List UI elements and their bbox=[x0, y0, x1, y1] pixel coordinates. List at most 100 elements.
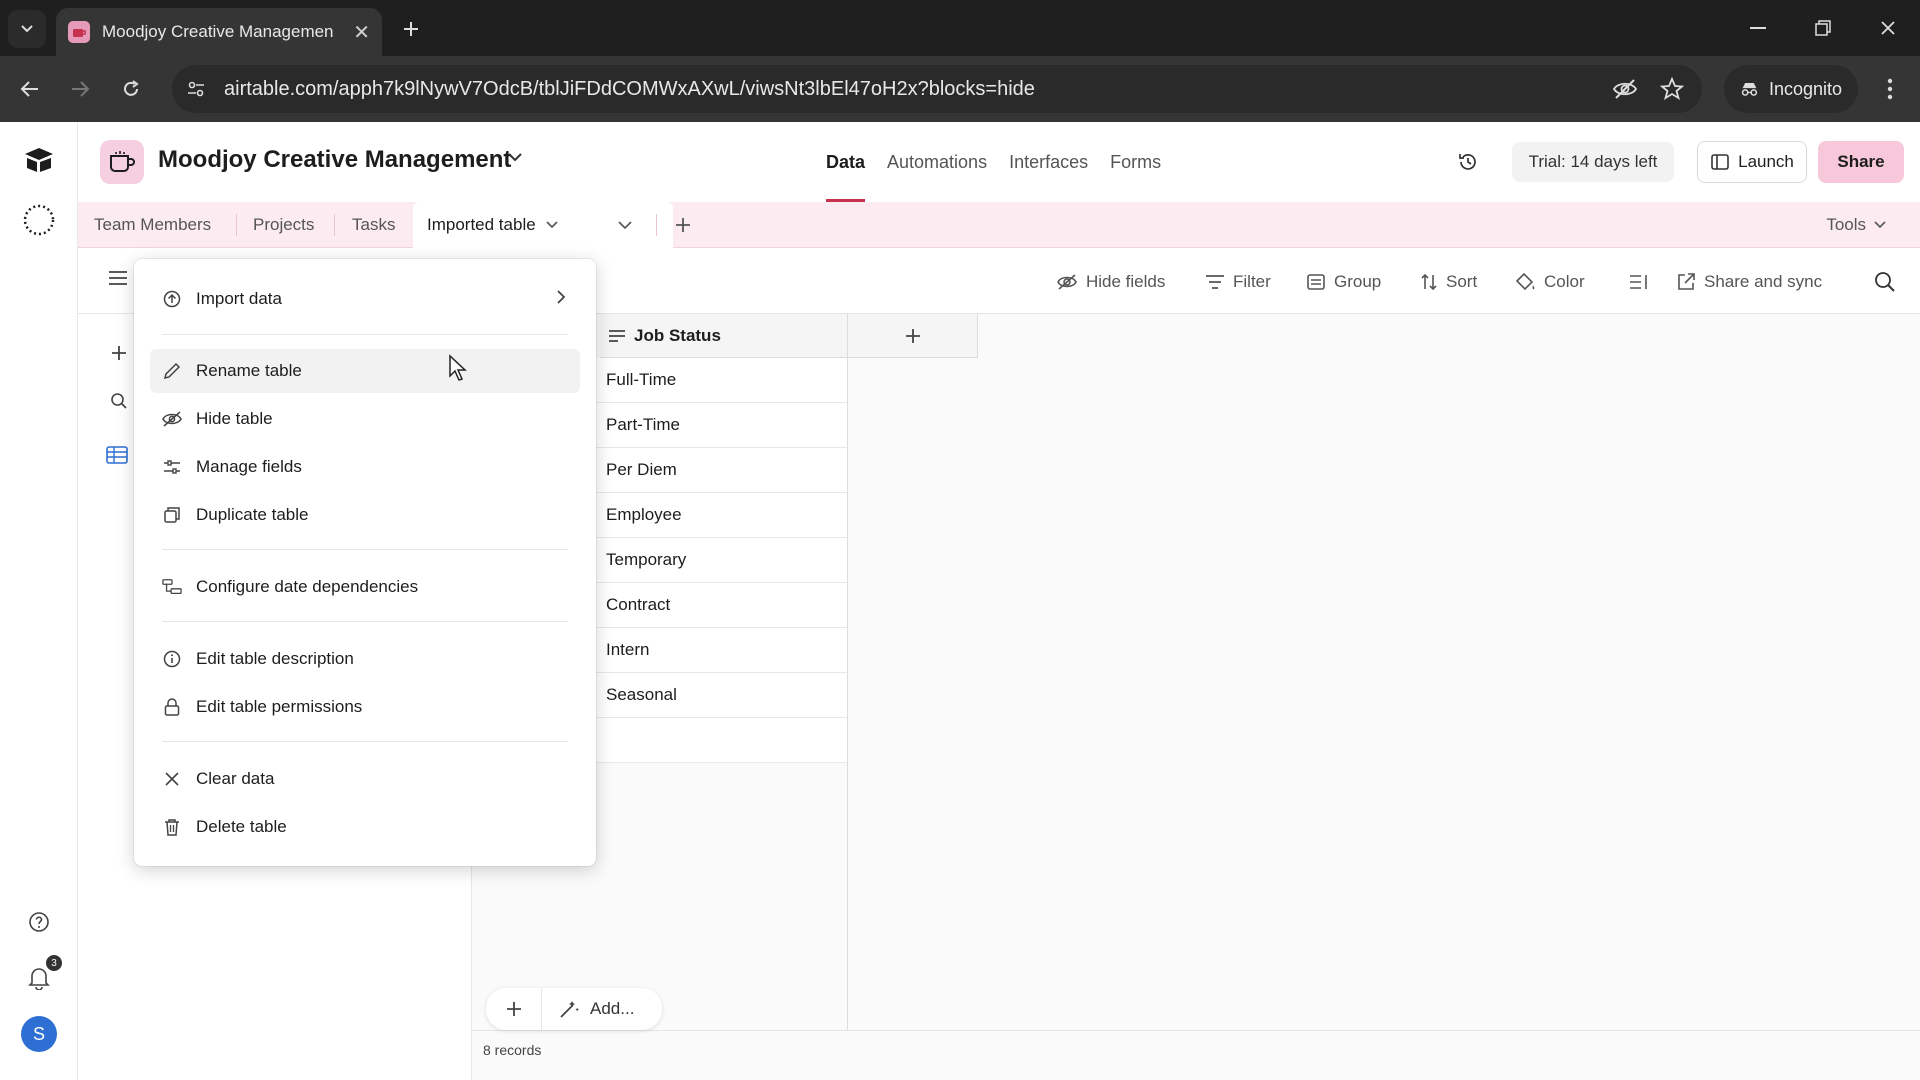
table-tab-projects[interactable]: Projects bbox=[253, 202, 314, 248]
history-icon bbox=[1459, 154, 1476, 170]
hide-fields-button[interactable]: Hide fields bbox=[1056, 268, 1165, 296]
chevron-down-icon bbox=[1874, 221, 1886, 229]
nav-tab-automations[interactable]: Automations bbox=[887, 122, 987, 202]
restore-button[interactable] bbox=[1803, 10, 1843, 46]
menu-item-clear-data[interactable]: Clear data bbox=[150, 757, 580, 801]
nav-tab-data[interactable]: Data bbox=[826, 122, 866, 202]
find-view-button[interactable] bbox=[110, 392, 128, 410]
group-button[interactable]: Group bbox=[1306, 268, 1381, 296]
history-button[interactable] bbox=[1452, 146, 1484, 178]
new-tab-button[interactable] bbox=[396, 14, 426, 44]
add-extension-button[interactable]: Add... bbox=[542, 999, 662, 1019]
incognito-label: Incognito bbox=[1768, 78, 1842, 99]
menu-item-label: Configure date dependencies bbox=[196, 577, 419, 596]
airtable-favicon-icon bbox=[68, 21, 90, 43]
chevron-down-icon bbox=[546, 221, 558, 229]
menu-item-rename-table[interactable]: Rename table bbox=[150, 349, 580, 393]
date-dependencies-icon bbox=[162, 577, 182, 597]
search-button[interactable] bbox=[1874, 268, 1896, 296]
browser-menu-button[interactable] bbox=[1876, 72, 1904, 106]
base-icon[interactable] bbox=[100, 140, 144, 184]
browser-address-bar: airtable.com/apph7k9lNywV7OdcB/tblJiFDdC… bbox=[0, 56, 1920, 122]
pencil-icon bbox=[162, 361, 182, 381]
all-tables-dropdown[interactable] bbox=[618, 202, 632, 248]
coffee-cup-icon bbox=[110, 151, 135, 172]
browser-tab[interactable]: Moodjoy Creative Managemen ✕ bbox=[56, 8, 382, 56]
menu-item-edit-table-description[interactable]: Edit table description bbox=[150, 637, 580, 681]
share-and-sync-button[interactable]: Share and sync bbox=[1676, 268, 1822, 296]
hide-fields-label: Hide fields bbox=[1086, 272, 1166, 291]
tools-label: Tools bbox=[1826, 215, 1866, 234]
help-button[interactable] bbox=[19, 902, 59, 942]
back-button[interactable] bbox=[14, 73, 46, 105]
forward-button[interactable] bbox=[64, 73, 96, 105]
table-tab-tasks[interactable]: Tasks bbox=[352, 202, 395, 248]
trial-badge[interactable]: Trial: 14 days left bbox=[1512, 142, 1674, 182]
sliders-icon bbox=[162, 457, 182, 477]
create-view-button[interactable] bbox=[110, 344, 128, 362]
menu-item-import-data[interactable]: Import data bbox=[150, 277, 580, 321]
views-sidebar-toggle[interactable] bbox=[108, 270, 128, 286]
minimize-button[interactable] bbox=[1738, 10, 1778, 46]
nav-tab-interfaces[interactable]: Interfaces bbox=[1009, 122, 1088, 202]
help-circle-icon bbox=[29, 912, 49, 932]
nav-tab-forms[interactable]: Forms bbox=[1110, 122, 1161, 202]
reload-button[interactable] bbox=[115, 73, 147, 105]
grid-view-item[interactable] bbox=[106, 446, 128, 464]
tab-close-icon[interactable]: ✕ bbox=[353, 20, 370, 45]
base-menu-chevron[interactable] bbox=[507, 152, 523, 162]
menu-item-label: Delete table bbox=[196, 817, 287, 836]
menu-item-manage-fields[interactable]: Manage fields bbox=[150, 445, 580, 489]
filter-icon bbox=[1206, 275, 1224, 289]
add-table-button[interactable] bbox=[674, 202, 692, 248]
share-button[interactable]: Share bbox=[1818, 141, 1904, 183]
table-tab-team-members[interactable]: Team Members bbox=[94, 202, 211, 248]
loading-ring-icon bbox=[23, 204, 55, 236]
long-text-field-icon bbox=[609, 329, 625, 342]
plus-icon bbox=[404, 22, 418, 36]
filter-button[interactable]: Filter bbox=[1205, 268, 1271, 296]
menu-item-delete-table[interactable]: Delete table bbox=[150, 805, 580, 849]
launch-label: Launch bbox=[1738, 152, 1794, 171]
menu-item-hide-table[interactable]: Hide table bbox=[150, 397, 580, 441]
omni-button[interactable] bbox=[19, 200, 59, 240]
menu-item-label: Hide table bbox=[196, 409, 273, 428]
column-header-job-status[interactable]: Job Status bbox=[600, 314, 848, 358]
site-settings-icon bbox=[188, 81, 204, 97]
table-tab-label: Imported table bbox=[427, 215, 536, 234]
color-label: Color bbox=[1544, 272, 1585, 291]
plus-icon bbox=[905, 328, 920, 343]
reload-icon bbox=[124, 80, 139, 96]
row-height-button[interactable] bbox=[1629, 268, 1649, 296]
tools-menu[interactable]: Tools bbox=[1826, 202, 1886, 248]
eye-slash-icon bbox=[1057, 274, 1077, 290]
search-icon bbox=[111, 393, 127, 409]
url-text: airtable.com/apph7k9lNywV7OdcB/tblJiFDdC… bbox=[224, 77, 1035, 100]
arrow-right-icon bbox=[72, 81, 90, 97]
menu-item-configure-date-dependencies[interactable]: Configure date dependencies bbox=[150, 565, 580, 609]
sort-button[interactable]: Sort bbox=[1420, 268, 1477, 296]
add-record-button[interactable] bbox=[486, 988, 542, 1030]
app-header: Moodjoy Creative Management Data Automat… bbox=[78, 122, 1920, 202]
table-context-menu: Import data Rename table Hide table Mana… bbox=[134, 259, 596, 866]
color-button[interactable]: Color bbox=[1514, 268, 1585, 296]
add-field-button[interactable] bbox=[848, 314, 978, 358]
close-window-button[interactable] bbox=[1868, 10, 1908, 46]
grid-footer bbox=[472, 1030, 1920, 1080]
incognito-indicator[interactable]: Incognito bbox=[1724, 65, 1858, 113]
base-name[interactable]: Moodjoy Creative Management bbox=[158, 146, 511, 174]
menu-item-label: Edit table description bbox=[196, 649, 354, 668]
tab-search-button[interactable] bbox=[8, 10, 46, 48]
address-omnibox[interactable]: airtable.com/apph7k9lNywV7OdcB/tblJiFDdC… bbox=[172, 65, 1702, 113]
airtable-home-button[interactable] bbox=[19, 140, 59, 180]
eye-slash-icon[interactable] bbox=[1612, 77, 1638, 101]
menu-item-edit-table-permissions[interactable]: Edit table permissions bbox=[150, 685, 580, 729]
avatar[interactable]: S bbox=[21, 1016, 57, 1052]
star-icon[interactable] bbox=[1660, 77, 1684, 101]
menu-item-duplicate-table[interactable]: Duplicate table bbox=[150, 493, 580, 537]
sort-label: Sort bbox=[1446, 272, 1478, 291]
app-nav-tabs: Data Automations Interfaces Forms bbox=[826, 122, 1161, 202]
table-tabs-bar: Team Members Projects Tasks Imported tab… bbox=[78, 202, 1920, 248]
table-tab-imported-table[interactable]: Imported table bbox=[413, 202, 673, 248]
launch-button[interactable]: Launch bbox=[1697, 141, 1807, 183]
